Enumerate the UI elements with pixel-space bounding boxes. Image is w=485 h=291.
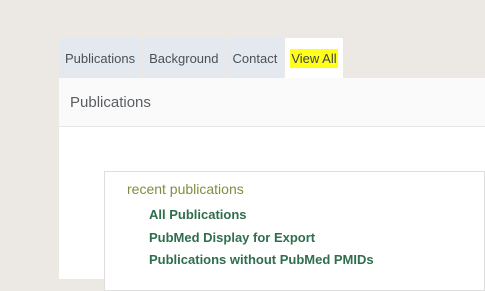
panel-header: Publications [59,78,485,127]
recent-publications-box: recent publications All Publications Pub… [104,171,485,291]
publications-without-pmids-link[interactable]: Publications without PubMed PMIDs [149,249,374,272]
tab-label: Background [149,50,219,66]
tab-contact[interactable]: Contact [226,38,284,78]
panel-title: Publications [70,93,151,111]
tab-label: Publications [65,50,136,66]
content-panel: Publications recent publications All Pub… [59,78,485,291]
section-heading: recent publications [127,181,244,197]
tab-background[interactable]: Background [143,38,225,78]
pubmed-display-export-link[interactable]: PubMed Display for Export [149,227,374,250]
publication-links-list: All Publications PubMed Display for Expo… [149,204,374,272]
tab-label: Contact [232,50,278,66]
tab-publications[interactable]: Publications [59,38,142,78]
tab-view-all[interactable]: View All [285,38,343,78]
all-publications-link[interactable]: All Publications [149,204,374,227]
tab-label-highlighted: View All [290,48,338,68]
tab-bar: Publications Background Contact View All [59,38,343,78]
